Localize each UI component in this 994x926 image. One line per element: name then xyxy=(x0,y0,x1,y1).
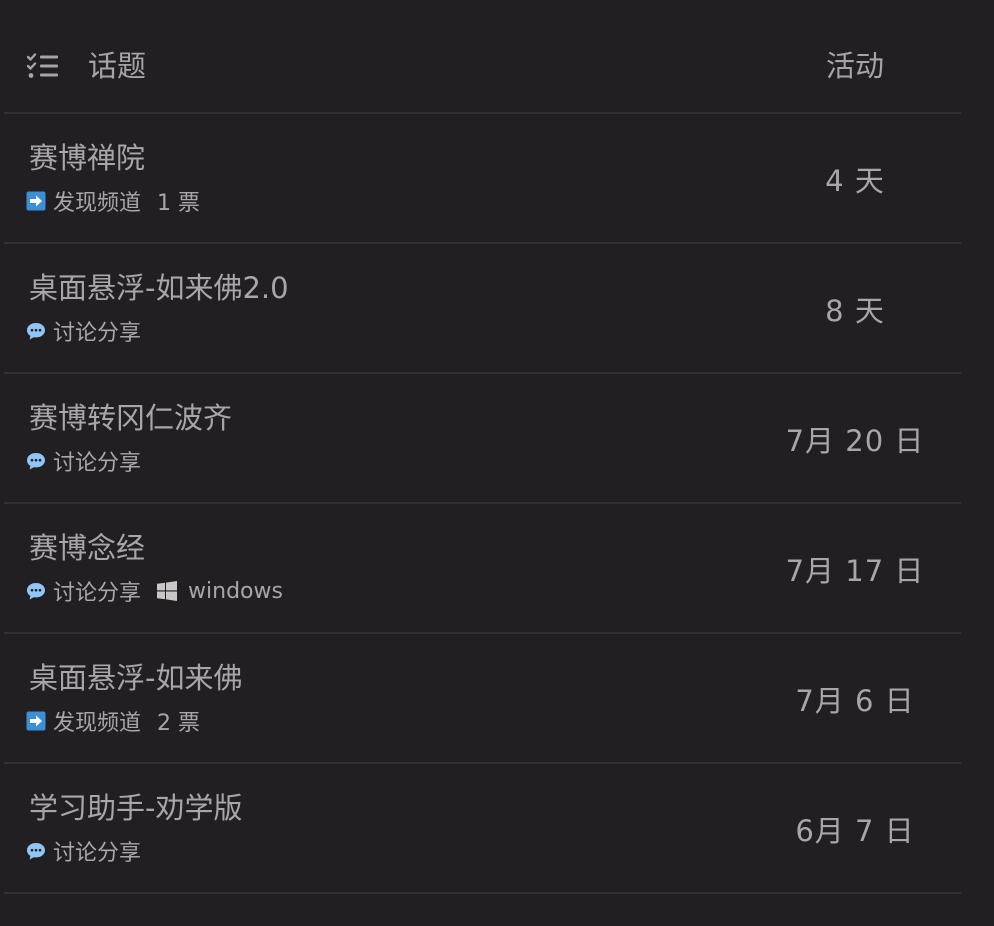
topic-row[interactable]: 桌面悬浮-如来佛 发现频道 2 票 7月 6 日 xyxy=(4,634,961,764)
topic-title[interactable]: 赛博念经 xyxy=(29,526,145,570)
windows-icon xyxy=(157,581,178,601)
vote-count: 1 票 xyxy=(157,191,201,216)
topic-title[interactable]: 桌面悬浮-如来佛 xyxy=(29,656,242,700)
topic-row[interactable]: 赛博转冈仁波齐 讨论分享 7月 20 日 xyxy=(4,374,961,504)
topic-meta: 讨论分享 xyxy=(26,314,157,348)
speech-bubble-icon xyxy=(27,323,45,340)
arrow-right-icon xyxy=(26,711,46,731)
topic-title[interactable]: 桌面悬浮-如来佛2.0 xyxy=(29,266,289,310)
activity-time[interactable]: 7月 17 日 xyxy=(764,504,946,634)
topic-meta: 发现频道 2 票 xyxy=(26,704,200,738)
topic-title[interactable]: 赛博转冈仁波齐 xyxy=(29,396,232,440)
topic-row[interactable]: 赛博禅院 发现频道 1 票 4 天 xyxy=(4,114,961,244)
speech-bubble-icon xyxy=(27,453,45,470)
category-link[interactable]: 讨论分享 xyxy=(53,445,141,477)
topic-title[interactable]: 赛博禅院 xyxy=(29,136,145,180)
vote-count: 2 票 xyxy=(157,711,201,736)
activity-column-header[interactable]: 活动 xyxy=(826,44,884,88)
activity-time[interactable]: 4 天 xyxy=(764,114,946,244)
topic-row[interactable]: 桌面悬浮-如来佛2.0 讨论分享 8 天 xyxy=(4,244,961,374)
topic-row[interactable]: 学习助手-劝学版 讨论分享 6月 7 日 xyxy=(4,764,961,894)
speech-bubble-icon xyxy=(27,843,45,860)
category-link[interactable]: 发现频道 xyxy=(53,705,141,737)
checklist-icon[interactable] xyxy=(27,53,59,79)
activity-time[interactable]: 6月 7 日 xyxy=(764,764,946,894)
topic-list-header: 话题 活动 xyxy=(4,0,961,114)
speech-bubble-icon xyxy=(27,583,45,600)
category-link[interactable]: 讨论分享 xyxy=(53,575,141,607)
topic-list: 话题 活动 赛博禅院 发现频道 1 票 4 天 桌面悬浮-如来佛2.0 讨论分享 xyxy=(4,0,961,894)
topic-column-header[interactable]: 话题 xyxy=(88,44,146,88)
topic-meta: 讨论分享 xyxy=(26,834,157,868)
topic-row[interactable]: 赛博念经 讨论分享 windows 7月 17 日 xyxy=(4,504,961,634)
topic-meta: 讨论分享 xyxy=(26,444,157,478)
arrow-right-icon xyxy=(26,191,46,211)
topic-title[interactable]: 学习助手-劝学版 xyxy=(29,786,242,830)
category-link[interactable]: 讨论分享 xyxy=(53,315,141,347)
topic-meta: 讨论分享 windows xyxy=(26,574,283,608)
tag-label: windows xyxy=(188,578,283,604)
category-link[interactable]: 发现频道 xyxy=(53,185,141,217)
category-link[interactable]: 讨论分享 xyxy=(53,835,141,867)
topic-meta: 发现频道 1 票 xyxy=(26,184,200,218)
activity-time[interactable]: 8 天 xyxy=(764,244,946,374)
tag-link[interactable]: windows xyxy=(157,579,283,604)
activity-time[interactable]: 7月 20 日 xyxy=(764,374,946,504)
activity-time[interactable]: 7月 6 日 xyxy=(764,634,946,764)
